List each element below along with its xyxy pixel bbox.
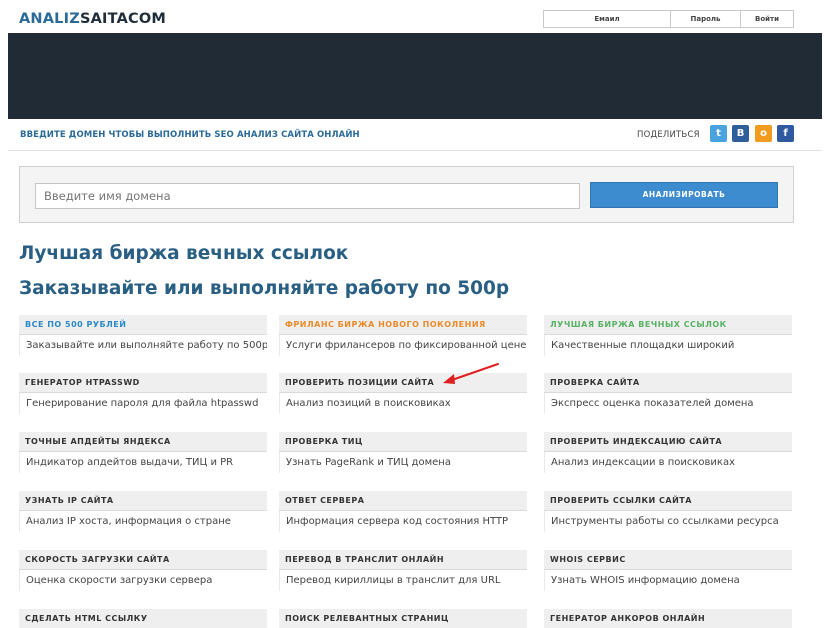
tool-card-description: Индикатор апдейтов выдачи, ТИЦ и PR: [19, 452, 267, 473]
tool-card-title[interactable]: ПОИСК РЕЛЕВАНТНЫХ СТРАНИЦ: [279, 609, 527, 628]
tool-card[interactable]: ГЕНЕРАТОР HTPASSWD Генерирование пароля д…: [19, 373, 267, 422]
tool-card[interactable]: СДЕЛАТЬ HTML ССЫЛКУ: [19, 609, 267, 628]
seo-prompt-title: ВВЕДИТЕ ДОМЕН ЧТОБЫ ВЫПОЛНИТЬ SEO АНАЛИЗ…: [20, 130, 360, 140]
tool-card-description: Анализ IP хоста, информация о стране: [19, 511, 267, 532]
tool-card-title[interactable]: ПРОВЕРКА САЙТА: [544, 373, 792, 393]
tool-card-description: Качественные площадки широкий: [544, 335, 792, 356]
password-field[interactable]: Пароль: [671, 11, 741, 27]
tool-card[interactable]: WHOIS СЕРВИС Узнать WHOIS информацию доме…: [544, 550, 792, 599]
tool-card-title[interactable]: ОТВЕТ СЕРВЕРА: [279, 491, 527, 511]
twitter-icon[interactable]: t: [710, 125, 727, 142]
tool-card-description: Генерирование пароля для файла htpasswd: [19, 393, 267, 414]
site-logo[interactable]: ANALIZSAITACOM: [19, 11, 166, 27]
logo-part-1: ANALIZ: [19, 11, 80, 27]
vk-icon[interactable]: B: [732, 125, 749, 142]
tool-card-description: Инструменты работы со ссылками ресурса: [544, 511, 792, 532]
tool-card-description: Информация сервера код состояния HTTP: [279, 511, 527, 532]
tool-card-title[interactable]: СКОРОСТЬ ЗАГРУЗКИ САЙТА: [19, 550, 267, 570]
tool-card[interactable]: ТОЧНЫЕ АПДЕЙТЫ ЯНДЕКСА Индикатор апдейтов…: [19, 432, 267, 481]
heading-link-exchange[interactable]: Лучшая биржа вечных ссылок: [19, 243, 348, 264]
tool-card[interactable]: УЗНАТЬ IP САЙТА Анализ IP хоста, информац…: [19, 491, 267, 540]
tool-card-title[interactable]: ПРОВЕРКА ТИЦ: [279, 432, 527, 452]
domain-input[interactable]: [35, 183, 580, 209]
sub-bar: ВВЕДИТЕ ДОМЕН ЧТОБЫ ВЫПОЛНИТЬ SEO АНАЛИЗ…: [8, 119, 822, 151]
tool-card-title[interactable]: УЗНАТЬ IP САЙТА: [19, 491, 267, 511]
tool-card-title[interactable]: ПРОВЕРИТЬ ИНДЕКСАЦИЮ САЙТА: [544, 432, 792, 452]
tool-card[interactable]: ГЕНЕРАТОР АНКОРОВ ОНЛАЙН: [544, 609, 792, 628]
tool-card[interactable]: ПРОВЕРИТЬ ССЫЛКИ САЙТА Инструменты работы…: [544, 491, 792, 540]
tool-card-description: Услуги фрилансеров по фиксированной цене: [279, 335, 527, 356]
tool-card[interactable]: ОТВЕТ СЕРВЕРА Информация сервера код сост…: [279, 491, 527, 540]
annotation-arrow-icon: [443, 363, 499, 384]
tool-card[interactable]: ЛУЧШАЯ БИРЖА ВЕЧНЫХ ССЫЛОК Качественные п…: [544, 315, 792, 364]
analyze-button[interactable]: АНАЛИЗИРОВАТЬ: [590, 182, 778, 208]
tool-card[interactable]: ПРОВЕРКА САЙТА Экспресс оценка показателе…: [544, 373, 792, 422]
tool-card-description: Узнать PageRank и ТИЦ домена: [279, 452, 527, 473]
tool-card[interactable]: ПРОВЕРКА ТИЦ Узнать PageRank и ТИЦ домена: [279, 432, 527, 481]
odnoklassniki-icon[interactable]: о: [755, 125, 772, 142]
auth-bar: Емаил Пароль Войти: [543, 10, 794, 28]
tool-card[interactable]: ПОИСК РЕЛЕВАНТНЫХ СТРАНИЦ: [279, 609, 527, 628]
top-bar: ANALIZSAITACOM Емаил Пароль Войти: [0, 0, 830, 33]
tool-card-title[interactable]: ТОЧНЫЕ АПДЕЙТЫ ЯНДЕКСА: [19, 432, 267, 452]
logo-part-2: SAITACOM: [79, 11, 166, 27]
tool-card[interactable]: ФРИЛАНС БИРЖА НОВОГО ПОКОЛЕНИЯ Услуги фри…: [279, 315, 527, 364]
tool-card-title[interactable]: ПЕРЕВОД В ТРАНСЛИТ ОНЛАЙН: [279, 550, 527, 570]
header-banner: [8, 33, 822, 119]
tool-card-description: Перевод кириллицы в транслит для URL: [279, 570, 527, 591]
tool-card-title[interactable]: ГЕНЕРАТОР HTPASSWD: [19, 373, 267, 393]
tool-card[interactable]: ВСЕ ПО 500 РУБЛЕЙ Заказывайте или выполня…: [19, 315, 267, 364]
tool-card-title[interactable]: ФРИЛАНС БИРЖА НОВОГО ПОКОЛЕНИЯ: [279, 315, 527, 335]
tool-card-description: Узнать WHOIS информацию домена: [544, 570, 792, 591]
tool-card-title[interactable]: ГЕНЕРАТОР АНКОРОВ ОНЛАЙН: [544, 609, 792, 628]
tool-card-title[interactable]: ВСЕ ПО 500 РУБЛЕЙ: [19, 315, 267, 335]
tool-card-title[interactable]: СДЕЛАТЬ HTML ССЫЛКУ: [19, 609, 267, 628]
facebook-icon[interactable]: f: [777, 125, 794, 142]
tool-card-description: Анализ позиций в поисковиках: [279, 393, 527, 414]
tool-card-description: Заказывайте или выполняйте работу по 500…: [19, 335, 267, 356]
tool-card[interactable]: ПЕРЕВОД В ТРАНСЛИТ ОНЛАЙН Перевод кирилли…: [279, 550, 527, 599]
login-button[interactable]: Войти: [741, 11, 793, 27]
tool-card-title[interactable]: ПРОВЕРИТЬ ССЫЛКИ САЙТА: [544, 491, 792, 511]
tool-card[interactable]: СКОРОСТЬ ЗАГРУЗКИ САЙТА Оценка скорости з…: [19, 550, 267, 599]
share-label: ПОДЕЛИТЬСЯ: [637, 130, 700, 140]
tool-card-description: Оценка скорости загрузки сервера: [19, 570, 267, 591]
tool-card-description: Анализ индексации в поисковиках: [544, 452, 792, 473]
tool-card-description: Экспресс оценка показателей домена: [544, 393, 792, 414]
heading-500-work[interactable]: Заказывайте или выполняйте работу по 500…: [19, 278, 509, 299]
tool-card-title[interactable]: WHOIS СЕРВИС: [544, 550, 792, 570]
domain-search-panel: АНАЛИЗИРОВАТЬ: [19, 166, 794, 223]
tool-card-title[interactable]: ЛУЧШАЯ БИРЖА ВЕЧНЫХ ССЫЛОК: [544, 315, 792, 335]
tool-card[interactable]: ПРОВЕРИТЬ ИНДЕКСАЦИЮ САЙТА Анализ индекса…: [544, 432, 792, 481]
email-field[interactable]: Емаил: [544, 11, 671, 27]
